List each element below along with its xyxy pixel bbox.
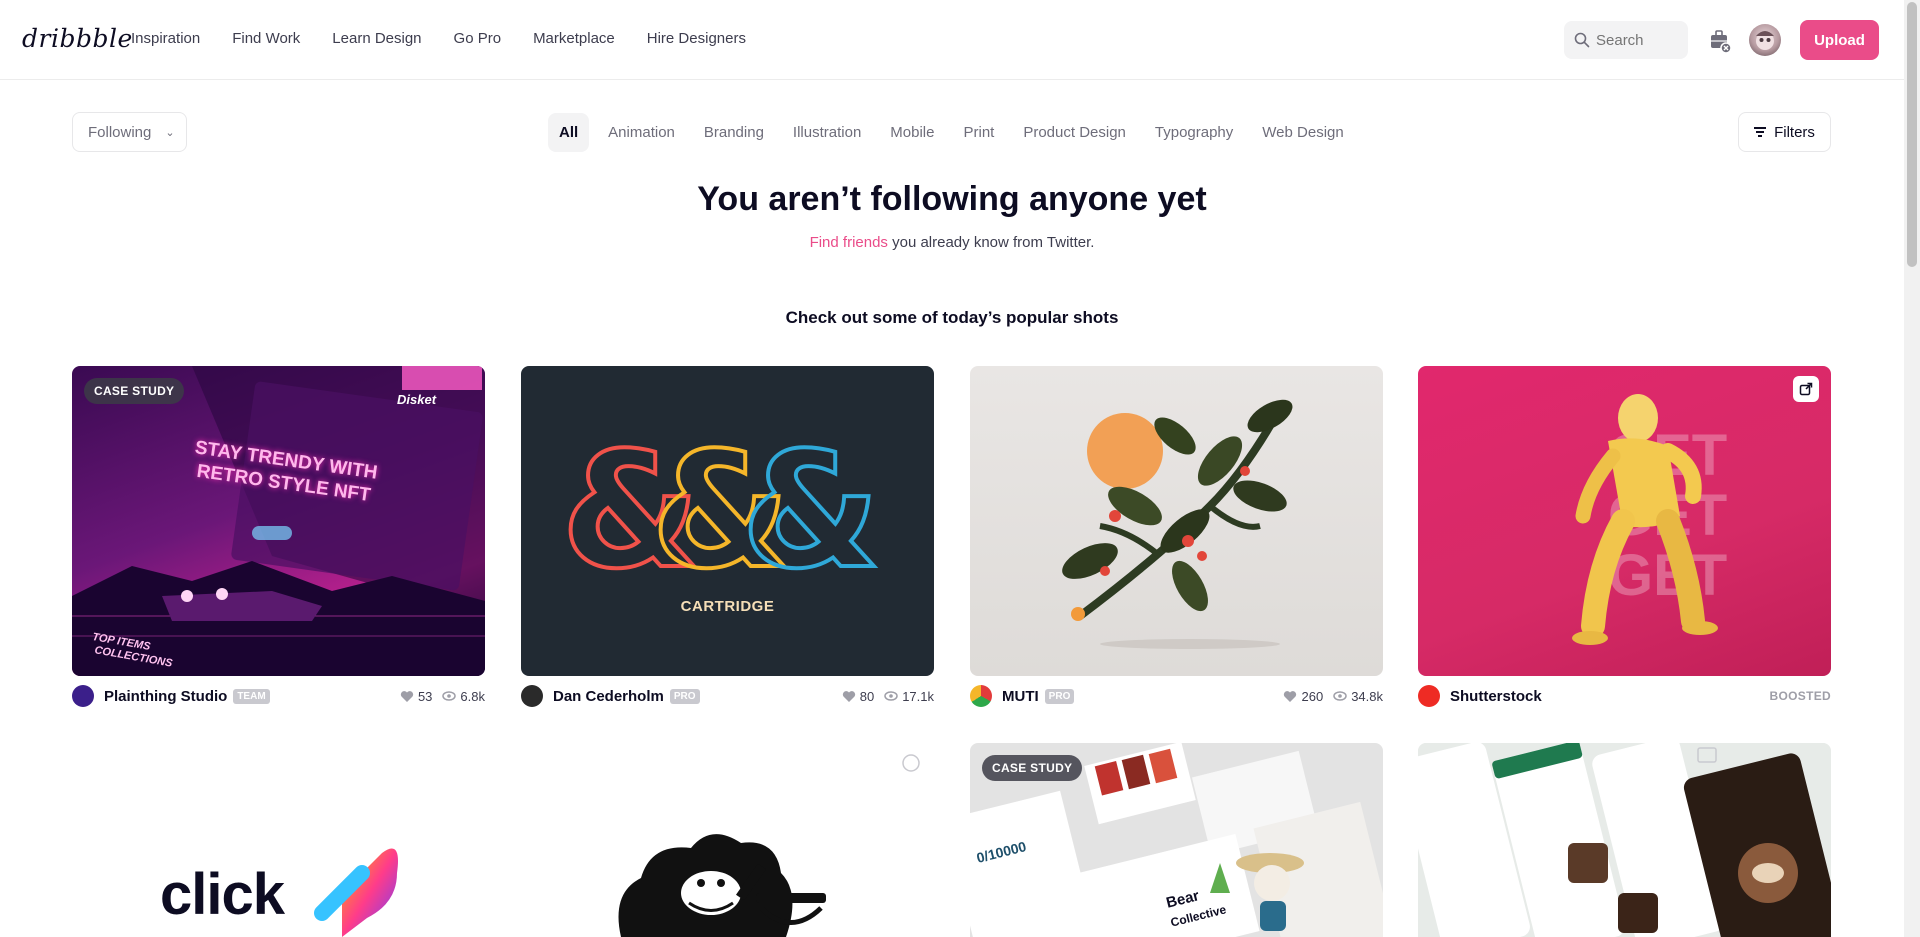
views-count: 34.8k — [1351, 688, 1383, 704]
views: 17.1k — [884, 689, 934, 704]
shot-card-bear-collective[interactable]: 0/10000 Bear Collective CASE STUDY — [970, 743, 1383, 937]
tab-web-design[interactable]: Web Design — [1252, 113, 1353, 152]
external-link-icon[interactable] — [1793, 376, 1819, 402]
author-avatar[interactable] — [1418, 685, 1440, 707]
user-avatar[interactable] — [1749, 24, 1781, 56]
scrollbar-thumb[interactable] — [1907, 2, 1917, 267]
likes-count: 260 — [1301, 688, 1324, 704]
likes[interactable]: 80 — [842, 689, 874, 704]
shot-meta-plainthing: Plainthing Studio TEAM 53 6.8k — [72, 684, 485, 708]
top-header: dribbble Inspiration Find Work Learn Des… — [0, 0, 1904, 80]
heart-icon — [1284, 690, 1297, 702]
search-input[interactable] — [1596, 31, 1676, 49]
popular-shots-heading: Check out some of today’s popular shots — [785, 308, 1119, 327]
find-friends-link[interactable]: Find friends — [810, 234, 888, 251]
case-study-badge: CASE STUDY — [982, 755, 1083, 781]
tab-all[interactable]: All — [548, 112, 590, 152]
search-icon — [1574, 32, 1590, 48]
filters-label: Filters — [1774, 123, 1815, 141]
author-name[interactable]: Plainthing Studio — [104, 688, 227, 705]
shot-card-cartridge[interactable]: & & & CARTRIDGE — [521, 366, 934, 676]
main-nav: Inspiration Find Work Learn Design Go Pr… — [131, 30, 778, 47]
views: 6.8k — [442, 689, 485, 704]
following-label: Following — [88, 123, 152, 141]
tab-typography[interactable]: Typography — [1145, 113, 1243, 152]
shot-meta-muti: MUTI PRO 260 34.8k — [970, 684, 1383, 708]
tab-branding[interactable]: Branding — [694, 113, 774, 152]
views: 34.8k — [1333, 689, 1383, 704]
eye-icon — [884, 691, 898, 701]
tab-mobile[interactable]: Mobile — [880, 113, 944, 152]
work-bag-icon[interactable] — [1708, 28, 1732, 54]
shot-meta-shutterstock: Shutterstock BOOSTED — [1418, 684, 1831, 708]
nav-learn-design[interactable]: Learn Design — [332, 30, 421, 47]
author-name[interactable]: Dan Cederholm — [553, 688, 664, 705]
art-text-cartridge: CARTRIDGE — [680, 598, 775, 615]
empty-state-title: You aren’t following anyone yet — [697, 180, 1207, 218]
author-name[interactable]: MUTI — [1002, 688, 1039, 705]
filter-icon — [1754, 127, 1767, 137]
shot-artwork — [1062, 399, 1293, 649]
likes-count: 53 — [417, 688, 433, 704]
nav-inspiration[interactable]: Inspiration — [131, 30, 200, 47]
pro-badge: PRO — [669, 688, 700, 704]
category-tabs: All Animation Branding Illustration Mobi… — [548, 112, 1363, 152]
nav-find-work[interactable]: Find Work — [232, 30, 300, 47]
nav-go-pro[interactable]: Go Pro — [454, 30, 502, 47]
views-count: 6.8k — [460, 688, 485, 704]
shot-artwork: & & & — [559, 415, 883, 606]
eye-icon — [442, 691, 457, 701]
search-box[interactable] — [1564, 21, 1688, 59]
likes-count: 80 — [859, 688, 875, 704]
heart-icon — [400, 690, 414, 702]
subtitle-text: you already know from Twitter. — [887, 234, 1095, 251]
shot-card-click[interactable]: click — [72, 743, 485, 937]
shot-artwork — [1418, 743, 1831, 937]
tab-animation[interactable]: Animation — [598, 113, 685, 152]
tab-print[interactable]: Print — [953, 113, 1004, 152]
likes[interactable]: 260 — [1283, 689, 1323, 704]
shot-card-muti-branch[interactable] — [970, 366, 1383, 676]
nav-hire-designers[interactable]: Hire Designers — [647, 30, 746, 47]
shot-stats: 260 34.8k — [1283, 689, 1383, 704]
boosted-label: BOOSTED — [1769, 689, 1831, 703]
svg-text:&: & — [741, 417, 881, 604]
shot-artwork — [618, 754, 920, 937]
team-badge: TEAM — [233, 688, 270, 704]
shot-artwork — [314, 848, 398, 937]
author-avatar[interactable] — [521, 685, 543, 707]
case-study-badge: CASE STUDY — [84, 378, 185, 404]
shot-stats: 53 6.8k — [400, 689, 485, 704]
heart-icon — [842, 690, 855, 702]
eye-icon — [1333, 691, 1347, 701]
author-name[interactable]: Shutterstock — [1450, 688, 1542, 705]
upload-button[interactable]: Upload — [1800, 20, 1879, 60]
shot-card-sheep-bbq[interactable] — [521, 743, 934, 937]
tab-product-design[interactable]: Product Design — [1013, 113, 1136, 152]
filters-button[interactable]: Filters — [1738, 112, 1831, 152]
empty-state-subtitle: Find friends you already know from Twitt… — [0, 234, 1904, 251]
pro-badge: PRO — [1044, 688, 1075, 704]
shot-card-shutterstock[interactable]: GET GET GET — [1418, 366, 1831, 676]
nav-marketplace[interactable]: Marketplace — [533, 30, 615, 47]
following-dropdown[interactable]: Following ⌄ — [72, 112, 187, 152]
art-text-disket: Disket — [397, 392, 437, 407]
chevron-down-icon: ⌄ — [165, 126, 175, 139]
shot-card-retro-nft[interactable]: Disket STAY TRENDY WITH RETRO STYLE NFT … — [72, 366, 485, 676]
shot-meta-dan: Dan Cederholm PRO 80 17.1k — [521, 684, 934, 708]
tab-illustration[interactable]: Illustration — [783, 113, 871, 152]
shot-artwork — [72, 366, 485, 676]
author-avatar[interactable] — [72, 685, 94, 707]
likes[interactable]: 53 — [400, 689, 432, 704]
page-scrollbar[interactable] — [1904, 0, 1920, 937]
shot-card-coffee-app[interactable] — [1418, 743, 1831, 937]
views-count: 17.1k — [902, 688, 934, 704]
shot-artwork — [1572, 394, 1718, 645]
author-avatar[interactable] — [970, 685, 992, 707]
shot-stats: 80 17.1k — [842, 689, 934, 704]
dribbble-logo[interactable]: dribbble — [22, 24, 133, 53]
